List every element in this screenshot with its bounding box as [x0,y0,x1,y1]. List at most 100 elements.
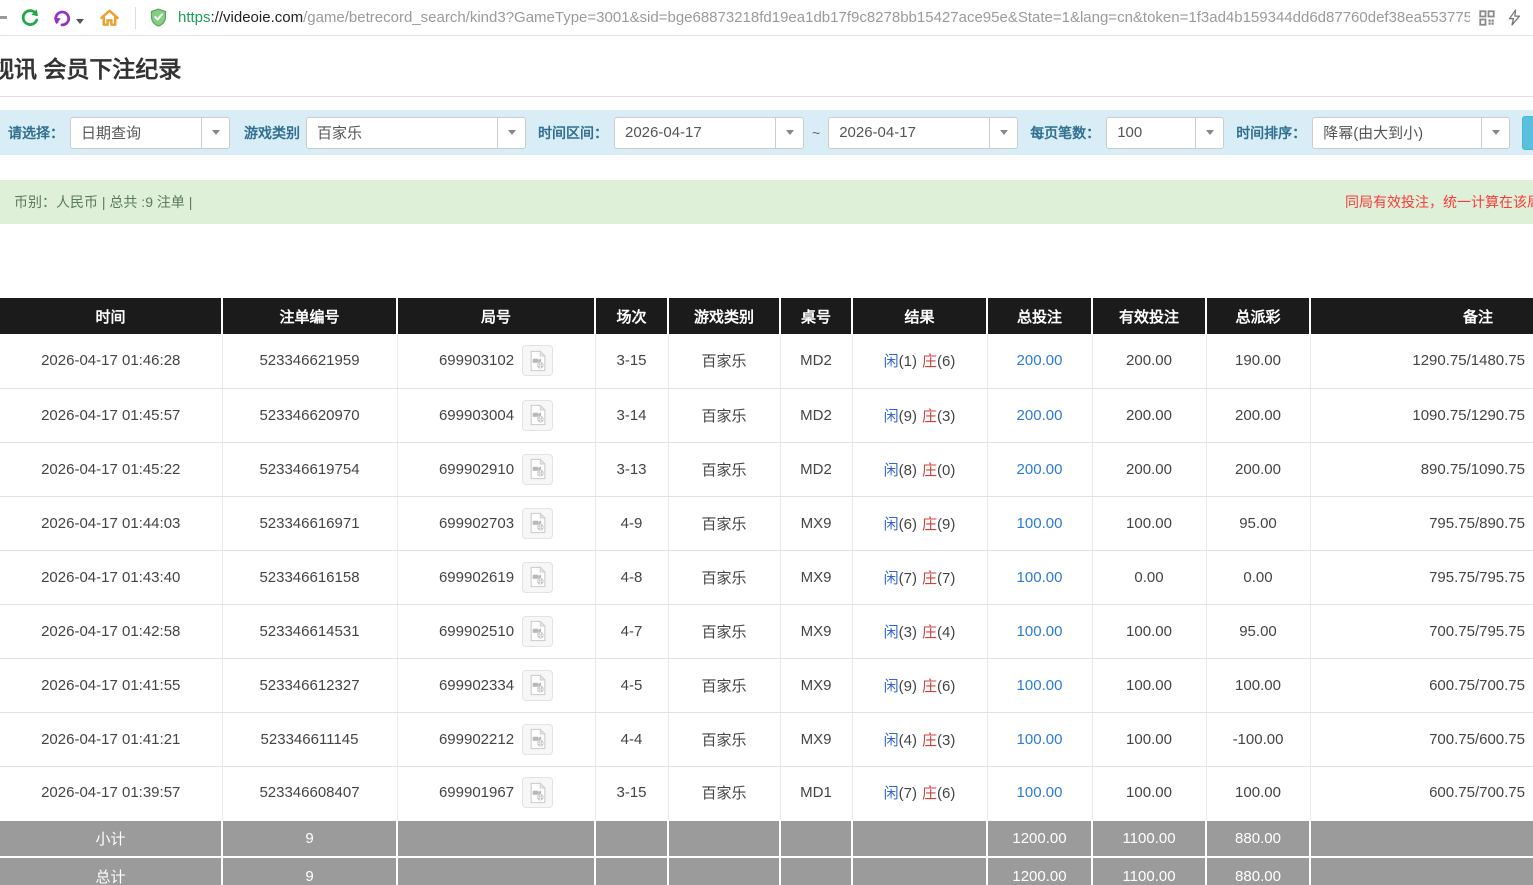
total-row: 总计 9 1200.00 1100.00 880.00 [0,857,1533,885]
player-label: 闲 [884,516,899,533]
cell-table-no: MD2 [780,442,852,496]
cell-payout: 0.00 [1206,550,1310,604]
cell-time: 2026-04-17 01:46:28 [0,334,222,388]
total-bet-link[interactable]: 200.00 [1017,461,1063,478]
total-bet-link[interactable]: 100.00 [1017,731,1063,748]
video-replay-button[interactable] [522,454,553,485]
video-replay-button[interactable] [522,562,553,593]
round-number: 699902510 [439,623,514,640]
cell-result: 闲(9)庄(3) [852,388,987,442]
cell-time: 2026-04-17 01:45:22 [0,442,222,496]
page-title: 视讯 会员下注纪录 [0,50,1533,84]
banker-label: 庄 [922,408,937,425]
cell-bet-id: 523346614531 [222,604,397,658]
sort-select[interactable]: 降幂(由大到小) [1312,117,1510,149]
video-replay-button[interactable] [522,670,553,701]
cell-remark: 1090.75/1290.75 [1310,388,1533,442]
refresh-icon[interactable] [19,7,41,29]
cell-remark: 700.75/600.75 [1310,712,1533,766]
total-count: 9 [222,857,397,885]
total-bet-link[interactable]: 200.00 [1017,407,1063,424]
total-bet-link[interactable]: 100.00 [1017,569,1063,586]
lightning-icon[interactable] [1506,8,1523,27]
video-file-icon [528,674,548,696]
player-points: (7) [899,570,917,587]
cell-table-no: MX9 [780,496,852,550]
cell-valid-bet: 100.00 [1092,604,1206,658]
player-points: (1) [899,353,917,370]
cell-round: 699902703 [397,496,595,550]
video-replay-button[interactable] [522,508,553,539]
player-points: (9) [899,408,917,425]
cell-time: 2026-04-17 01:41:21 [0,712,222,766]
banker-label: 庄 [922,353,937,370]
date-from-select[interactable]: 2026-04-17 [614,117,804,149]
cell-game-type: 百家乐 [668,550,780,604]
video-replay-button[interactable] [522,724,553,755]
search-button[interactable]: 查询 [1522,116,1533,150]
query-type-select[interactable]: 日期查询 [70,117,230,149]
player-label: 闲 [884,570,899,587]
bet-record-table: 时间 注单编号 局号 场次 游戏类别 桌号 结果 总投注 有效投注 总派彩 备注… [0,298,1533,885]
date-to-select[interactable]: 2026-04-17 [828,117,1018,149]
total-bet-link[interactable]: 100.00 [1017,677,1063,694]
banker-points: (3) [937,408,955,425]
url-bar[interactable]: https://videoie.com/game/betrecord_searc… [178,9,1470,26]
cell-valid-bet: 100.00 [1092,658,1206,712]
cell-payout: 95.00 [1206,604,1310,658]
table-row: 2026-04-17 01:44:03 523346616971 6999027… [0,496,1533,550]
video-replay-button[interactable] [522,777,553,808]
url-path: /game/betrecord_search/kind3?GameType=30… [303,9,1470,26]
cell-valid-bet: 200.00 [1092,442,1206,496]
cell-valid-bet: 200.00 [1092,334,1206,388]
header-result: 结果 [852,298,987,334]
page-size-select[interactable]: 100 [1106,117,1224,149]
cell-payout: -100.00 [1206,712,1310,766]
total-valid-bet: 1100.00 [1092,857,1206,885]
security-shield-icon[interactable] [148,7,169,28]
date-to-value: 2026-04-17 [829,118,989,148]
query-type-label: 请选择： [8,123,64,143]
total-bet-link[interactable]: 100.00 [1017,623,1063,640]
cell-session: 3-13 [595,442,668,496]
cell-total-bet: 100.00 [987,496,1092,550]
cell-round: 699902212 [397,712,595,766]
cell-bet-id: 523346619754 [222,442,397,496]
total-bet-link[interactable]: 100.00 [1017,784,1063,801]
banker-label: 庄 [922,785,937,802]
cell-table-no: MX9 [780,712,852,766]
total-bet-link[interactable]: 100.00 [1017,515,1063,532]
cell-time: 2026-04-17 01:42:58 [0,604,222,658]
qr-code-icon[interactable] [1478,9,1496,27]
sort-value: 降幂(由大到小) [1313,118,1481,148]
video-replay-button[interactable] [522,345,553,376]
home-icon[interactable] [98,6,121,29]
banker-label: 庄 [922,516,937,533]
subtotal-total-bet: 1200.00 [987,820,1092,857]
banker-label: 庄 [922,624,937,641]
cell-round: 699902334 [397,658,595,712]
table-footer: 小计 9 1200.00 1100.00 880.00 总计 9 1200.00… [0,820,1533,885]
cell-bet-id: 523346608407 [222,766,397,820]
cell-round: 699902619 [397,550,595,604]
video-replay-button[interactable] [522,400,553,431]
cell-game-type: 百家乐 [668,334,780,388]
game-category-select[interactable]: 百家乐 [306,117,526,149]
cell-remark: 890.75/1090.75 [1310,442,1533,496]
date-from-value: 2026-04-17 [615,118,775,148]
cell-time: 2026-04-17 01:45:57 [0,388,222,442]
cell-round: 699903102 [397,334,595,388]
cell-total-bet: 200.00 [987,334,1092,388]
cell-bet-id: 523346621959 [222,334,397,388]
total-bet-link[interactable]: 200.00 [1017,352,1063,369]
cell-total-bet: 100.00 [987,658,1092,712]
chevron-down-icon [1195,118,1223,148]
clipped-back-menu-icon[interactable] [0,16,7,19]
undo-button[interactable] [51,7,84,29]
table-row: 2026-04-17 01:42:58 523346614531 6999025… [0,604,1533,658]
player-points: (6) [899,516,917,533]
video-replay-button[interactable] [522,616,553,647]
player-points: (3) [899,624,917,641]
cell-game-type: 百家乐 [668,442,780,496]
cell-remark: 795.75/795.75 [1310,550,1533,604]
